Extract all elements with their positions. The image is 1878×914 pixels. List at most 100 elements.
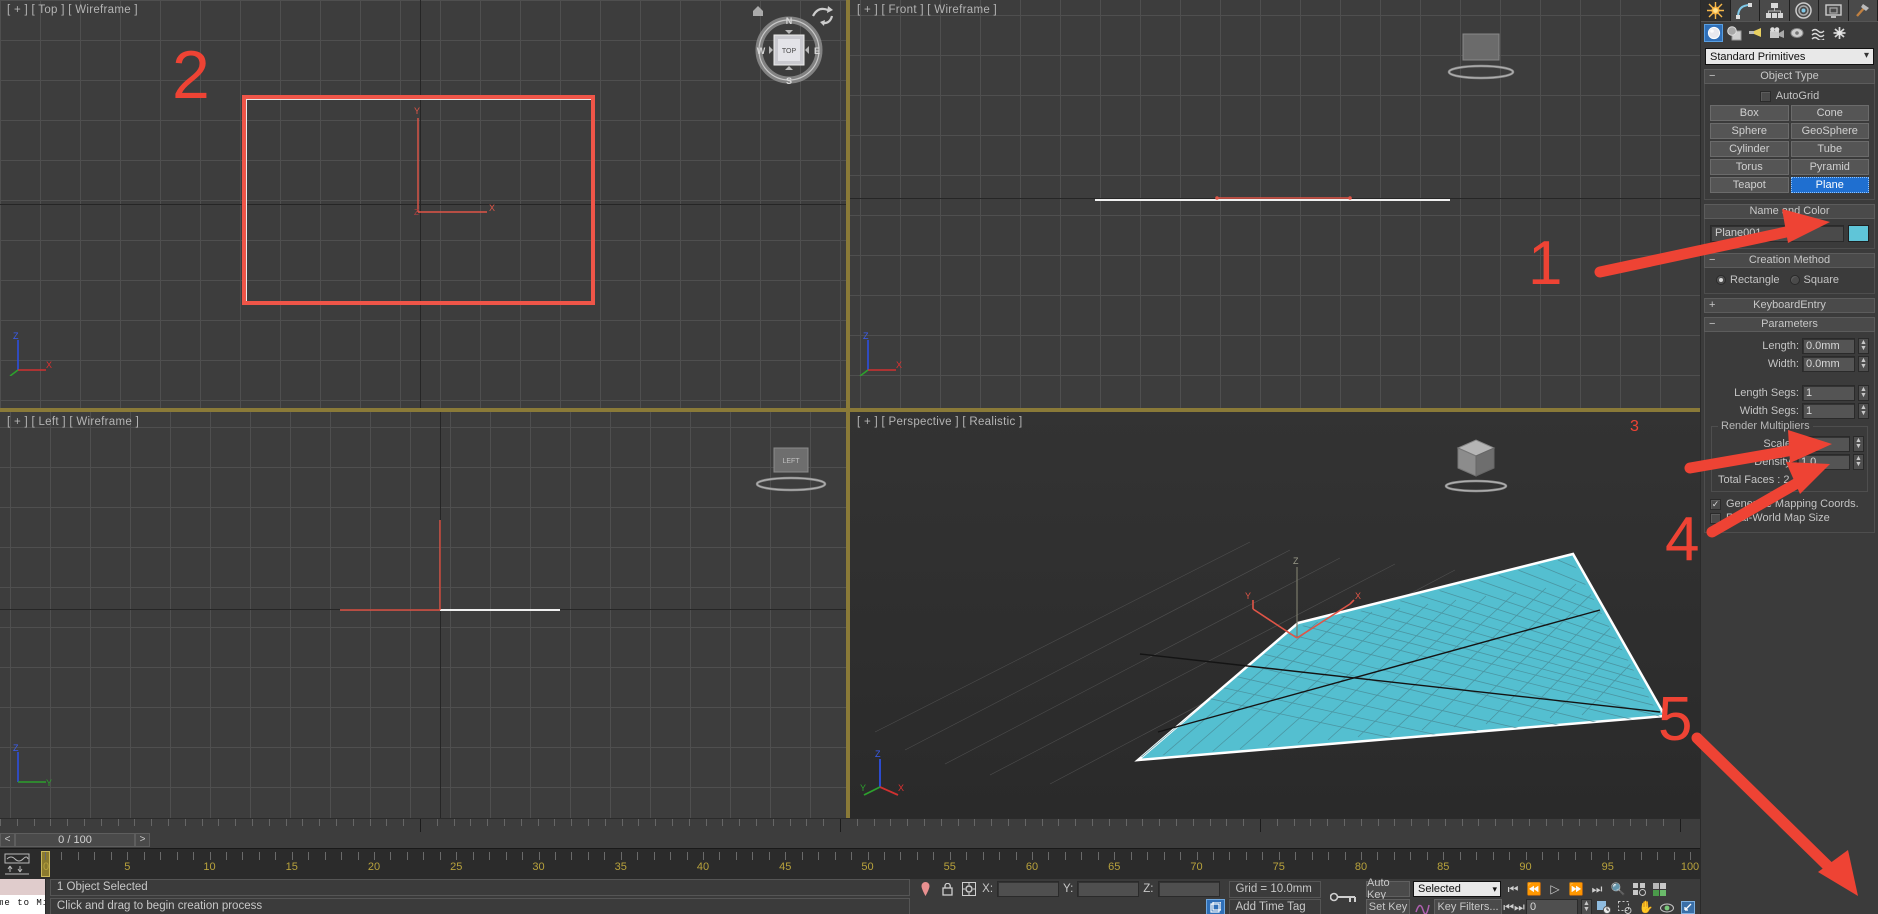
density-input[interactable]: 1.0 [1797, 454, 1850, 470]
teapot-button[interactable]: Teapot [1710, 177, 1789, 193]
rectangle-radio[interactable]: Rectangle [1716, 274, 1780, 286]
viewcube-left[interactable]: LEFT [752, 444, 832, 500]
square-radio[interactable]: Square [1790, 274, 1839, 286]
key-mode-select[interactable]: Selected ▾ [1413, 881, 1501, 897]
length-input[interactable]: 0.0mm [1802, 338, 1855, 354]
object-type-header[interactable]: − Object Type [1704, 69, 1875, 84]
scale-spinner[interactable]: ▲▼ [1853, 436, 1864, 452]
viewcube-front[interactable] [1445, 28, 1517, 88]
time-slider-bar[interactable]: 5101520253035404550556065707580859095100… [0, 848, 1700, 878]
curve-icon[interactable] [1413, 898, 1431, 914]
orbit-arrows-icon[interactable] [810, 4, 836, 31]
viewport-perspective[interactable]: Z Y X Z X Y [ + ] [ Perspective ] [ Real… [850, 412, 1700, 818]
modify-tab[interactable] [1731, 0, 1761, 21]
length-segs-spinner[interactable]: ▲▼ [1858, 385, 1869, 401]
create-tab[interactable] [1701, 0, 1731, 21]
viewport-label-top[interactable]: [ + ] [ Top ] [ Wireframe ] [7, 4, 138, 16]
autogrid-row[interactable]: AutoGrid [1710, 90, 1869, 102]
real-world-map-size-row[interactable]: Real-World Map Size [1710, 512, 1869, 524]
viewport-label-perspective[interactable]: [ + ] [ Perspective ] [ Realistic ] [857, 416, 1023, 428]
systems-icon[interactable] [1830, 24, 1849, 42]
next-frame-icon[interactable]: ⏩ [1567, 880, 1585, 898]
sphere-button[interactable]: Sphere [1710, 123, 1789, 139]
frame-spinner[interactable]: ▲▼ [1581, 899, 1592, 914]
width-segs-input[interactable]: 1 [1802, 403, 1855, 419]
key-filters-button[interactable]: Key Filters... [1434, 899, 1502, 914]
time-tag-toggle-icon[interactable] [1206, 899, 1225, 914]
name-and-color-header[interactable]: Name and Color [1704, 204, 1875, 219]
play-animation-icon[interactable]: ▷ [1546, 880, 1564, 898]
go-to-start-icon[interactable]: ⏮ [1504, 880, 1522, 898]
length-segs-input[interactable]: 1 [1802, 385, 1855, 401]
space-warps-icon[interactable] [1809, 24, 1828, 42]
auto-key-button[interactable]: Auto Key [1366, 881, 1410, 897]
viewport-front[interactable]: Z X [ + ] [ Front ] [ Wireframe ] [850, 0, 1700, 408]
cameras-icon[interactable] [1767, 24, 1786, 42]
parameters-header[interactable]: − Parameters [1704, 317, 1875, 332]
previous-frame-icon[interactable]: ⏪ [1525, 880, 1543, 898]
time-configuration-icon[interactable] [1595, 898, 1613, 914]
track-view-icon[interactable] [4, 853, 30, 875]
generate-mapping-coords-row[interactable]: ✓ Generate Mapping Coords. [1710, 498, 1869, 510]
pin-icon[interactable] [916, 880, 934, 898]
pan-icon[interactable]: ✋ [1637, 898, 1655, 914]
keyboard-entry-header[interactable]: + KeyboardEntry [1704, 298, 1875, 313]
motion-tab[interactable] [1790, 0, 1820, 21]
utilities-tab[interactable] [1849, 0, 1878, 21]
frame-counter[interactable]: 0 / 100 [15, 833, 135, 847]
lights-icon[interactable] [1746, 24, 1765, 42]
maximize-viewport-icon[interactable] [1679, 898, 1697, 914]
zoom-icon[interactable]: 🔍 [1609, 880, 1627, 898]
coord-y-input[interactable] [1077, 881, 1139, 897]
home-icon[interactable] [750, 2, 766, 23]
viewport-label-front[interactable]: [ + ] [ Front ] [ Wireframe ] [857, 4, 997, 16]
set-key-button[interactable]: Set Key [1366, 899, 1410, 914]
length-spinner[interactable]: ▲▼ [1858, 338, 1869, 354]
go-to-end-icon[interactable]: ⏭ [1588, 880, 1606, 898]
viewport-label-left[interactable]: [ + ] [ Left ] [ Wireframe ] [7, 416, 139, 428]
category-select[interactable]: Standard Primitives ▾ [1705, 48, 1874, 65]
scale-input[interactable]: 1.0 [1797, 436, 1850, 452]
display-tab[interactable] [1819, 0, 1849, 21]
pyramid-button[interactable]: Pyramid [1791, 159, 1870, 175]
trackbar-ruler[interactable] [0, 818, 1700, 832]
prev-frame-button[interactable]: < [0, 833, 15, 847]
torus-button[interactable]: Torus [1710, 159, 1789, 175]
viewport-left[interactable]: Z Y [ + ] [ Left ] [ Wireframe ] LEFT [0, 412, 846, 818]
geosphere-button[interactable]: GeoSphere [1791, 123, 1870, 139]
helpers-icon[interactable] [1788, 24, 1807, 42]
width-input[interactable]: 0.0mm [1802, 356, 1855, 372]
viewport-divider-h[interactable] [0, 408, 1700, 412]
absolute-mode-icon[interactable] [960, 880, 978, 898]
viewport-top[interactable]: Y X Z Z X [ + ] [ Top ] [ Wireframe ] [0, 0, 846, 408]
orbit-icon[interactable] [1658, 898, 1676, 914]
autogrid-checkbox[interactable] [1760, 91, 1771, 102]
creation-method-header[interactable]: − Creation Method [1704, 253, 1875, 268]
cylinder-button[interactable]: Cylinder [1710, 141, 1789, 157]
generate-mapping-coords-checkbox[interactable]: ✓ [1710, 499, 1721, 510]
cone-button[interactable]: Cone [1791, 105, 1870, 121]
hierarchy-tab[interactable] [1760, 0, 1790, 21]
real-world-map-size-checkbox[interactable] [1710, 513, 1721, 524]
width-spinner[interactable]: ▲▼ [1858, 356, 1869, 372]
add-time-tag[interactable]: Add Time Tag [1229, 899, 1321, 914]
tube-button[interactable]: Tube [1791, 141, 1870, 157]
mini-listener-pane[interactable]: me to Mi [0, 879, 46, 914]
coord-x-input[interactable] [997, 881, 1059, 897]
current-frame-input[interactable]: 0 [1526, 899, 1578, 914]
density-spinner[interactable]: ▲▼ [1853, 454, 1864, 470]
object-name-input[interactable]: Plane001 [1710, 225, 1844, 242]
lock-selection-icon[interactable] [938, 880, 956, 898]
plane-button[interactable]: Plane [1791, 177, 1870, 193]
key-mode-toggle[interactable] [1323, 879, 1364, 914]
shapes-icon[interactable] [1725, 24, 1744, 42]
object-color-swatch[interactable] [1848, 225, 1869, 242]
zoom-extents-all-icon[interactable] [1651, 880, 1669, 898]
viewcube-perspective[interactable] [1430, 430, 1510, 500]
box-button[interactable]: Box [1710, 105, 1789, 121]
region-zoom-icon[interactable] [1616, 898, 1634, 914]
geometry-icon[interactable] [1704, 24, 1723, 42]
coord-z-input[interactable] [1158, 881, 1220, 897]
keyframe-nav-icon[interactable]: ⏮⏭ [1505, 898, 1523, 914]
zoom-all-icon[interactable] [1630, 880, 1648, 898]
